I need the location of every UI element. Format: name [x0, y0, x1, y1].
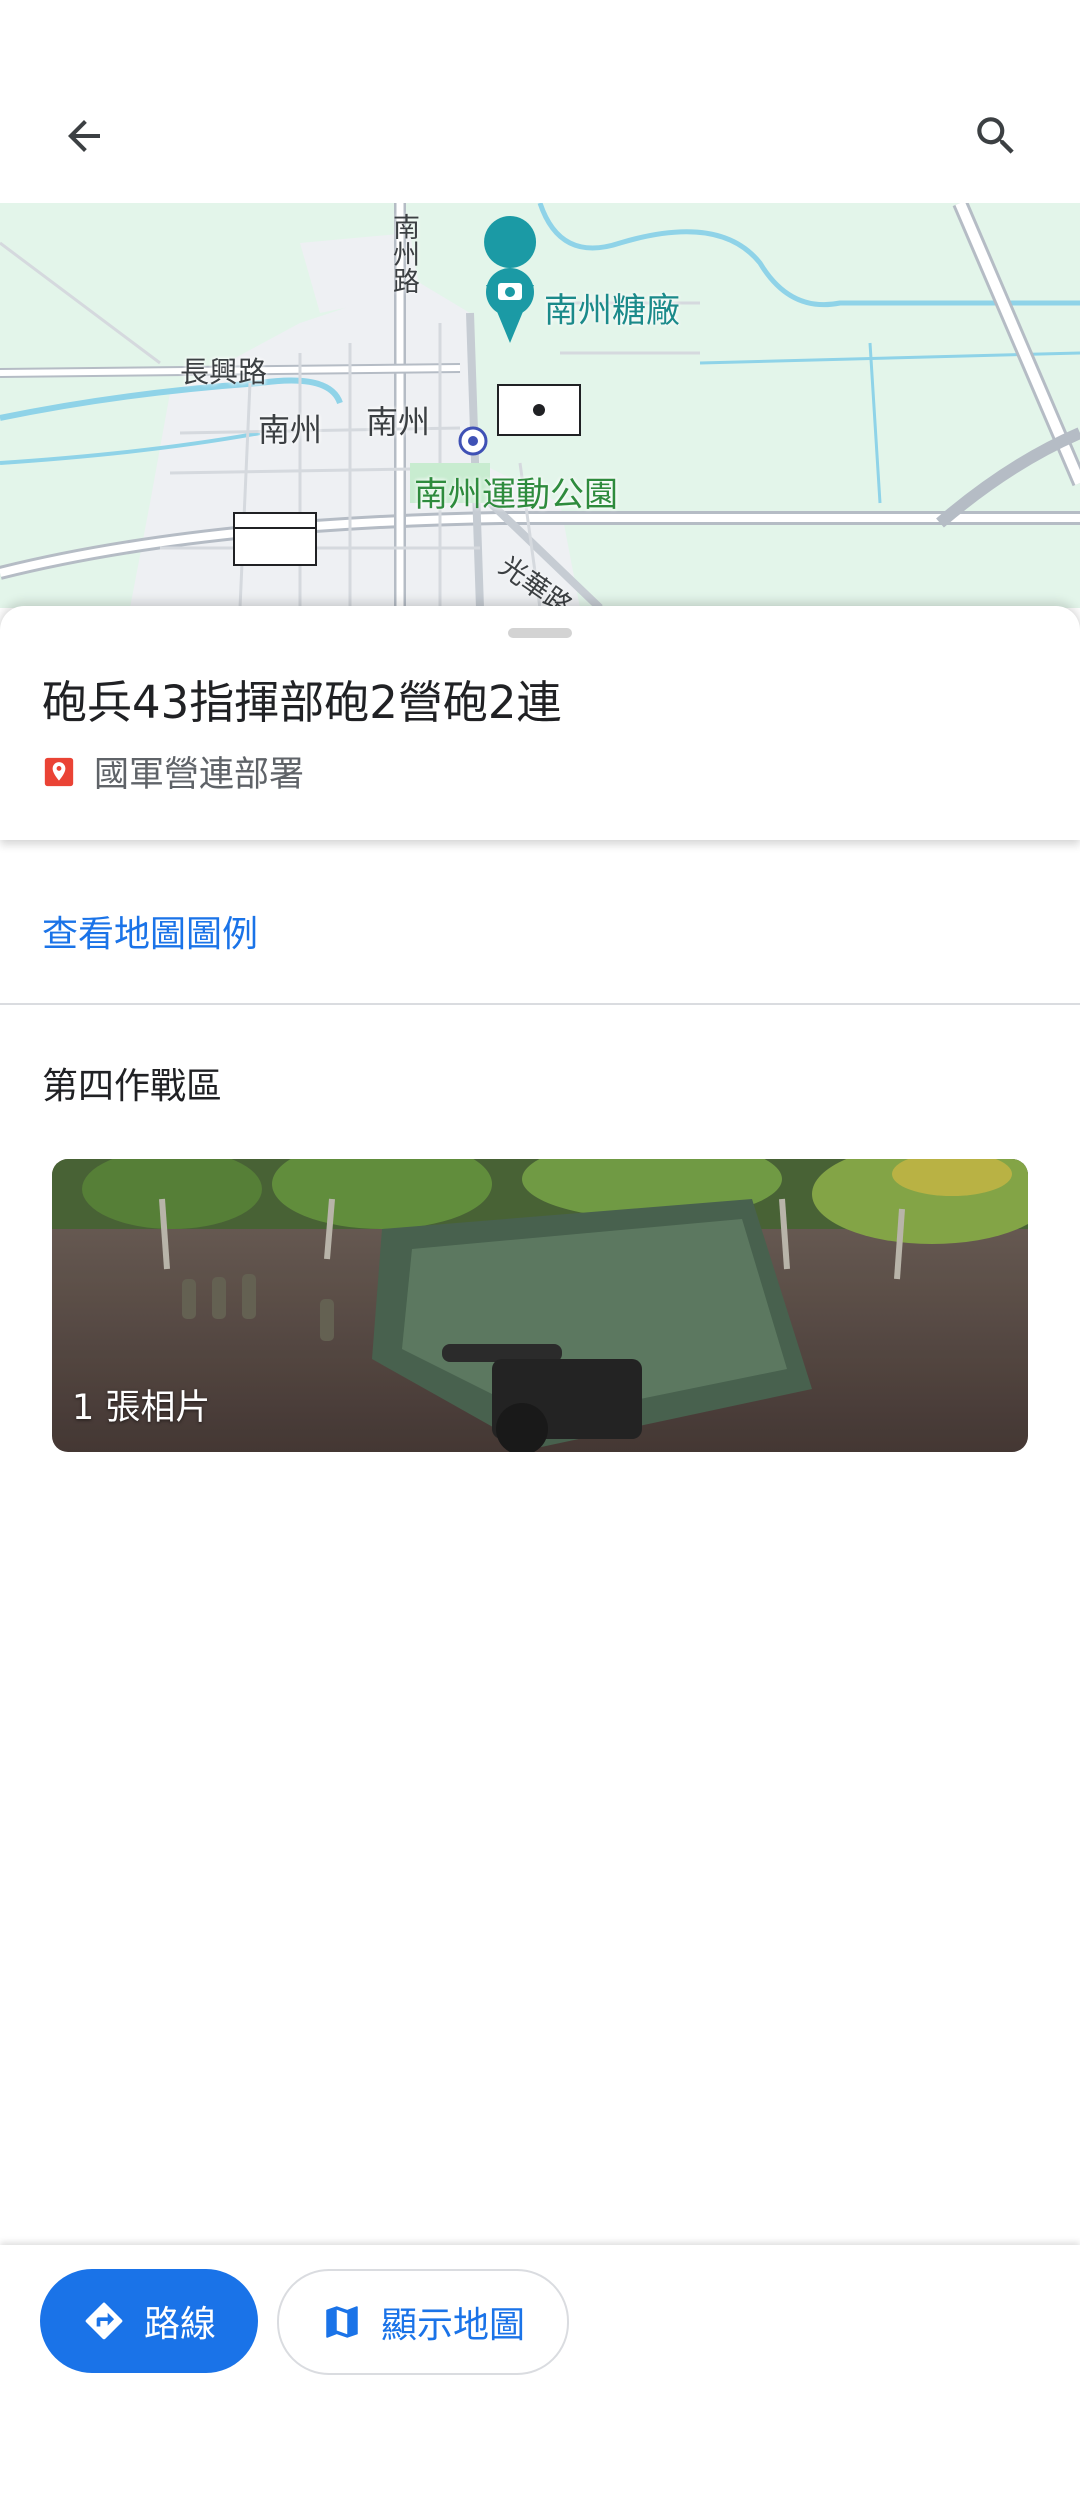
arrow-back-icon	[68, 120, 100, 152]
show-map-label: 顯示地圖	[380, 2305, 525, 2346]
top-app-bar	[0, 0, 1080, 203]
place-type-row: 國軍營連部署	[42, 746, 304, 797]
directions-button[interactable]: 路線	[40, 2269, 258, 2373]
drag-handle[interactable]	[508, 628, 572, 638]
map-label-town: 南州	[258, 411, 323, 449]
back-button[interactable]	[36, 88, 132, 184]
search-button[interactable]	[948, 88, 1044, 184]
divider	[0, 1003, 1080, 1005]
place-title: 砲兵43指揮部砲2營砲2連	[42, 676, 562, 729]
map-label-town: 南州	[366, 403, 431, 441]
map-label-road: 長興路	[180, 355, 268, 389]
map-label-road: 南州路	[388, 213, 419, 294]
show-map-button[interactable]: 顯示地圖	[277, 2269, 569, 2375]
photo-count: 1 張相片	[72, 1388, 211, 1428]
place-sheet: 砲兵43指揮部砲2營砲2連 國軍營連部署	[0, 606, 1080, 840]
map-pin-icon	[44, 757, 74, 786]
directions-icon	[85, 2302, 123, 2340]
map-preview[interactable]: 長興路 南州 南州 南州路 南州糖廠 南州運動公園 光華路	[0, 203, 1080, 608]
region-label: 第四作戰區	[42, 1066, 223, 1107]
map-park-label: 南州運動公園	[414, 475, 618, 515]
directions-label: 路線	[143, 2304, 216, 2345]
map-legend-link[interactable]: 查看地圖圖例	[42, 905, 258, 957]
search-icon	[977, 117, 1014, 154]
photo-card[interactable]: 1 張相片	[52, 1159, 1028, 1452]
bottom-action-bar: 路線 顯示地圖	[0, 2245, 1080, 2520]
map-poi-label[interactable]: 南州糖廠	[544, 283, 680, 332]
map-canvas	[0, 203, 1080, 608]
map-icon	[326, 2306, 358, 2338]
place-category: 國軍營連部署	[94, 755, 305, 795]
